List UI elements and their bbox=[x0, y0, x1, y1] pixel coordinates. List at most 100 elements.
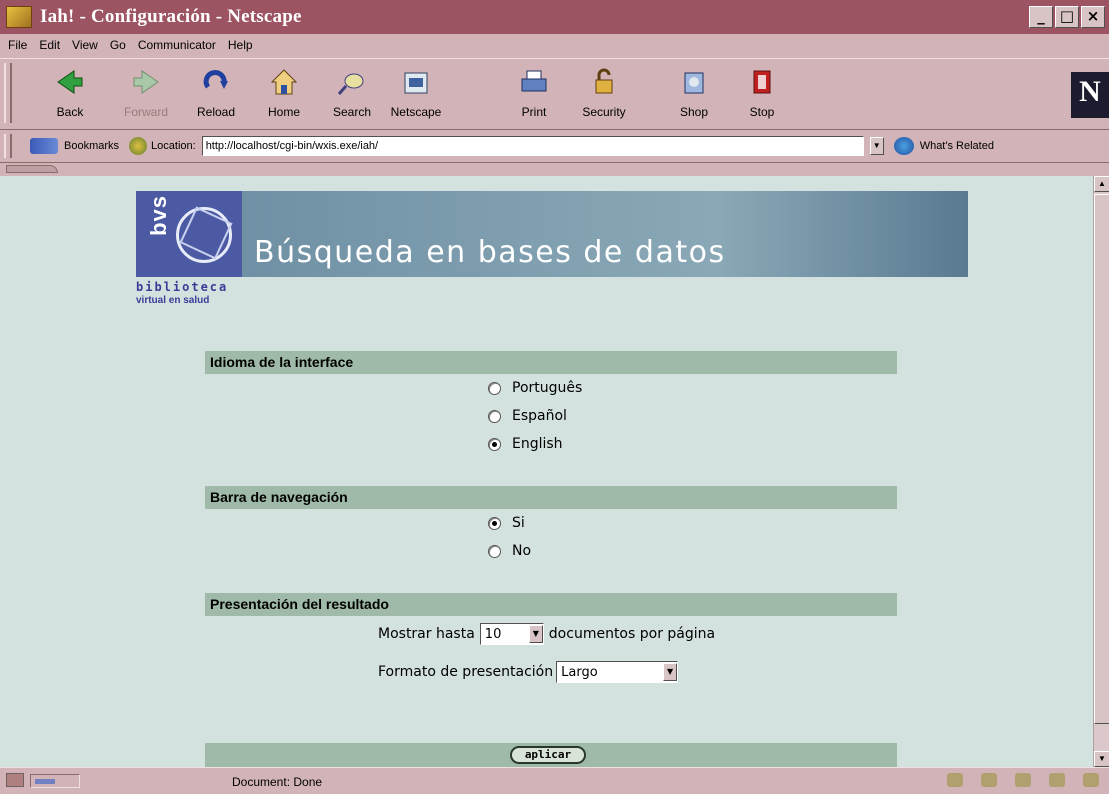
back-button[interactable]: Back bbox=[40, 67, 100, 127]
search-icon bbox=[337, 73, 364, 95]
results-count-select[interactable]: 10 ▼ bbox=[479, 623, 544, 645]
radio-option-portugues[interactable]: Português bbox=[488, 376, 582, 400]
search-label: Search bbox=[332, 105, 372, 119]
reload-button[interactable]: Reload bbox=[186, 67, 246, 127]
format-label: Formato de presentación bbox=[378, 664, 554, 680]
home-icon bbox=[270, 69, 298, 95]
scroll-down-icon[interactable]: ▼ bbox=[1094, 751, 1109, 767]
location-label: Location: bbox=[151, 140, 196, 152]
menu-help[interactable]: Help bbox=[228, 38, 253, 52]
search-button[interactable]: Search bbox=[322, 67, 382, 127]
radio-label: Português bbox=[512, 380, 583, 396]
radio-english[interactable] bbox=[488, 437, 501, 451]
vertical-scrollbar[interactable]: ▲ ▼ bbox=[1093, 176, 1109, 767]
format-value: Largo bbox=[561, 664, 598, 680]
bvs-banner: bvs Búsqueda en bases de datos bbox=[136, 191, 968, 277]
maximize-button[interactable]: □ bbox=[1055, 6, 1079, 28]
location-toolbar: Bookmarks Location: ▼ What's Related bbox=[0, 130, 1109, 162]
menu-go[interactable]: Go bbox=[110, 38, 126, 52]
apply-bar: aplicar bbox=[205, 743, 897, 767]
menu-file[interactable]: File bbox=[8, 38, 27, 52]
forward-arrow-icon bbox=[133, 70, 159, 94]
print-button[interactable]: Print bbox=[504, 67, 564, 127]
language-section-heading: Idioma de la interface bbox=[205, 351, 897, 374]
back-arrow-icon bbox=[57, 70, 83, 94]
show-suffix-label: documentos por página bbox=[548, 626, 716, 642]
newsgroups-icon[interactable] bbox=[1015, 773, 1031, 787]
radio-no[interactable] bbox=[488, 544, 501, 558]
format-row: Formato de presentación Largo ▼ bbox=[378, 661, 683, 683]
toolbar-grip[interactable] bbox=[4, 63, 12, 123]
results-section-heading: Presentación del resultado bbox=[205, 593, 897, 616]
security-label: Security bbox=[582, 105, 626, 119]
menu-communicator[interactable]: Communicator bbox=[138, 38, 216, 52]
radio-option-espanol[interactable]: Español bbox=[488, 404, 567, 428]
home-button[interactable]: Home bbox=[254, 67, 314, 127]
logo-subtitle: biblioteca bbox=[136, 280, 229, 294]
security-button[interactable]: Security bbox=[574, 67, 634, 127]
forward-button[interactable]: Forward bbox=[116, 67, 176, 127]
scrollbar-thumb[interactable] bbox=[1094, 194, 1109, 724]
home-label: Home bbox=[267, 105, 300, 119]
radio-label: English bbox=[512, 436, 563, 452]
scroll-up-icon[interactable]: ▲ bbox=[1094, 176, 1109, 192]
composer-icon[interactable] bbox=[1083, 773, 1099, 787]
bvs-logo-text: bvs bbox=[146, 195, 171, 236]
netscape-app-icon bbox=[6, 6, 32, 28]
address-book-icon[interactable] bbox=[1049, 773, 1065, 787]
shop-button[interactable]: Shop bbox=[664, 67, 724, 127]
stop-button[interactable]: Stop bbox=[732, 67, 792, 127]
menu-edit[interactable]: Edit bbox=[39, 38, 60, 52]
stop-icon bbox=[753, 70, 771, 94]
forward-label: Forward bbox=[123, 105, 168, 119]
print-label: Print bbox=[521, 105, 547, 119]
url-field[interactable] bbox=[201, 136, 864, 156]
navigator-icon[interactable] bbox=[947, 773, 963, 787]
radio-portugues[interactable] bbox=[488, 381, 501, 395]
bookmarks-icon[interactable] bbox=[30, 138, 58, 154]
reload-icon bbox=[203, 70, 228, 89]
radio-espanol[interactable] bbox=[488, 409, 501, 423]
whats-related-button[interactable]: What's Related bbox=[920, 140, 994, 152]
url-dropdown-icon[interactable]: ▼ bbox=[869, 137, 884, 155]
status-text: Document: Done bbox=[232, 775, 323, 789]
netscape-button[interactable]: Netscape bbox=[386, 67, 446, 127]
results-count-row: Mostrar hasta 10 ▼ documentos por página bbox=[378, 623, 715, 645]
reload-label: Reload bbox=[196, 105, 236, 119]
whats-related-icon[interactable] bbox=[893, 137, 914, 155]
bvs-logo: bvs bbox=[136, 191, 242, 277]
radio-option-no[interactable]: No bbox=[488, 539, 531, 563]
mail-icon[interactable] bbox=[981, 773, 997, 787]
apply-button[interactable]: aplicar bbox=[510, 746, 586, 764]
chevron-down-icon[interactable]: ▼ bbox=[528, 625, 543, 643]
location-grip[interactable] bbox=[4, 134, 12, 158]
chevron-down-icon[interactable]: ▼ bbox=[663, 663, 678, 681]
print-icon bbox=[521, 70, 547, 92]
netscape-label: Netscape bbox=[390, 105, 442, 119]
toolbar-tab-strip bbox=[0, 162, 1109, 176]
connection-status-icon bbox=[30, 774, 80, 788]
netscape-icon bbox=[404, 72, 428, 94]
lock-icon bbox=[595, 68, 613, 94]
stop-label: Stop bbox=[749, 105, 775, 119]
radio-label: Si bbox=[512, 515, 525, 531]
radio-si[interactable] bbox=[488, 516, 501, 530]
show-prefix-label: Mostrar hasta bbox=[378, 626, 475, 642]
location-icon[interactable] bbox=[129, 137, 148, 155]
title-bar[interactable]: Iah! - Configuración - Netscape _ □ × bbox=[0, 0, 1109, 34]
collapsed-toolbar-tab[interactable] bbox=[6, 165, 58, 173]
radio-option-si[interactable]: Si bbox=[488, 511, 525, 535]
menu-view[interactable]: View bbox=[72, 38, 98, 52]
format-select[interactable]: Largo ▼ bbox=[556, 661, 679, 683]
netscape-logo[interactable]: N bbox=[1071, 72, 1109, 118]
banner-title: Búsqueda en bases de datos bbox=[254, 235, 726, 270]
shop-icon bbox=[684, 72, 704, 94]
component-bar bbox=[947, 773, 1099, 787]
window-title: Iah! - Configuración - Netscape bbox=[40, 6, 302, 27]
bookmarks-button[interactable]: Bookmarks bbox=[64, 140, 119, 152]
minimize-button[interactable]: _ bbox=[1029, 6, 1053, 28]
navbar-section-heading: Barra de navegación bbox=[205, 486, 897, 509]
security-status-icon[interactable] bbox=[6, 773, 24, 787]
close-button[interactable]: × bbox=[1081, 6, 1105, 28]
radio-option-english[interactable]: English bbox=[488, 432, 563, 456]
